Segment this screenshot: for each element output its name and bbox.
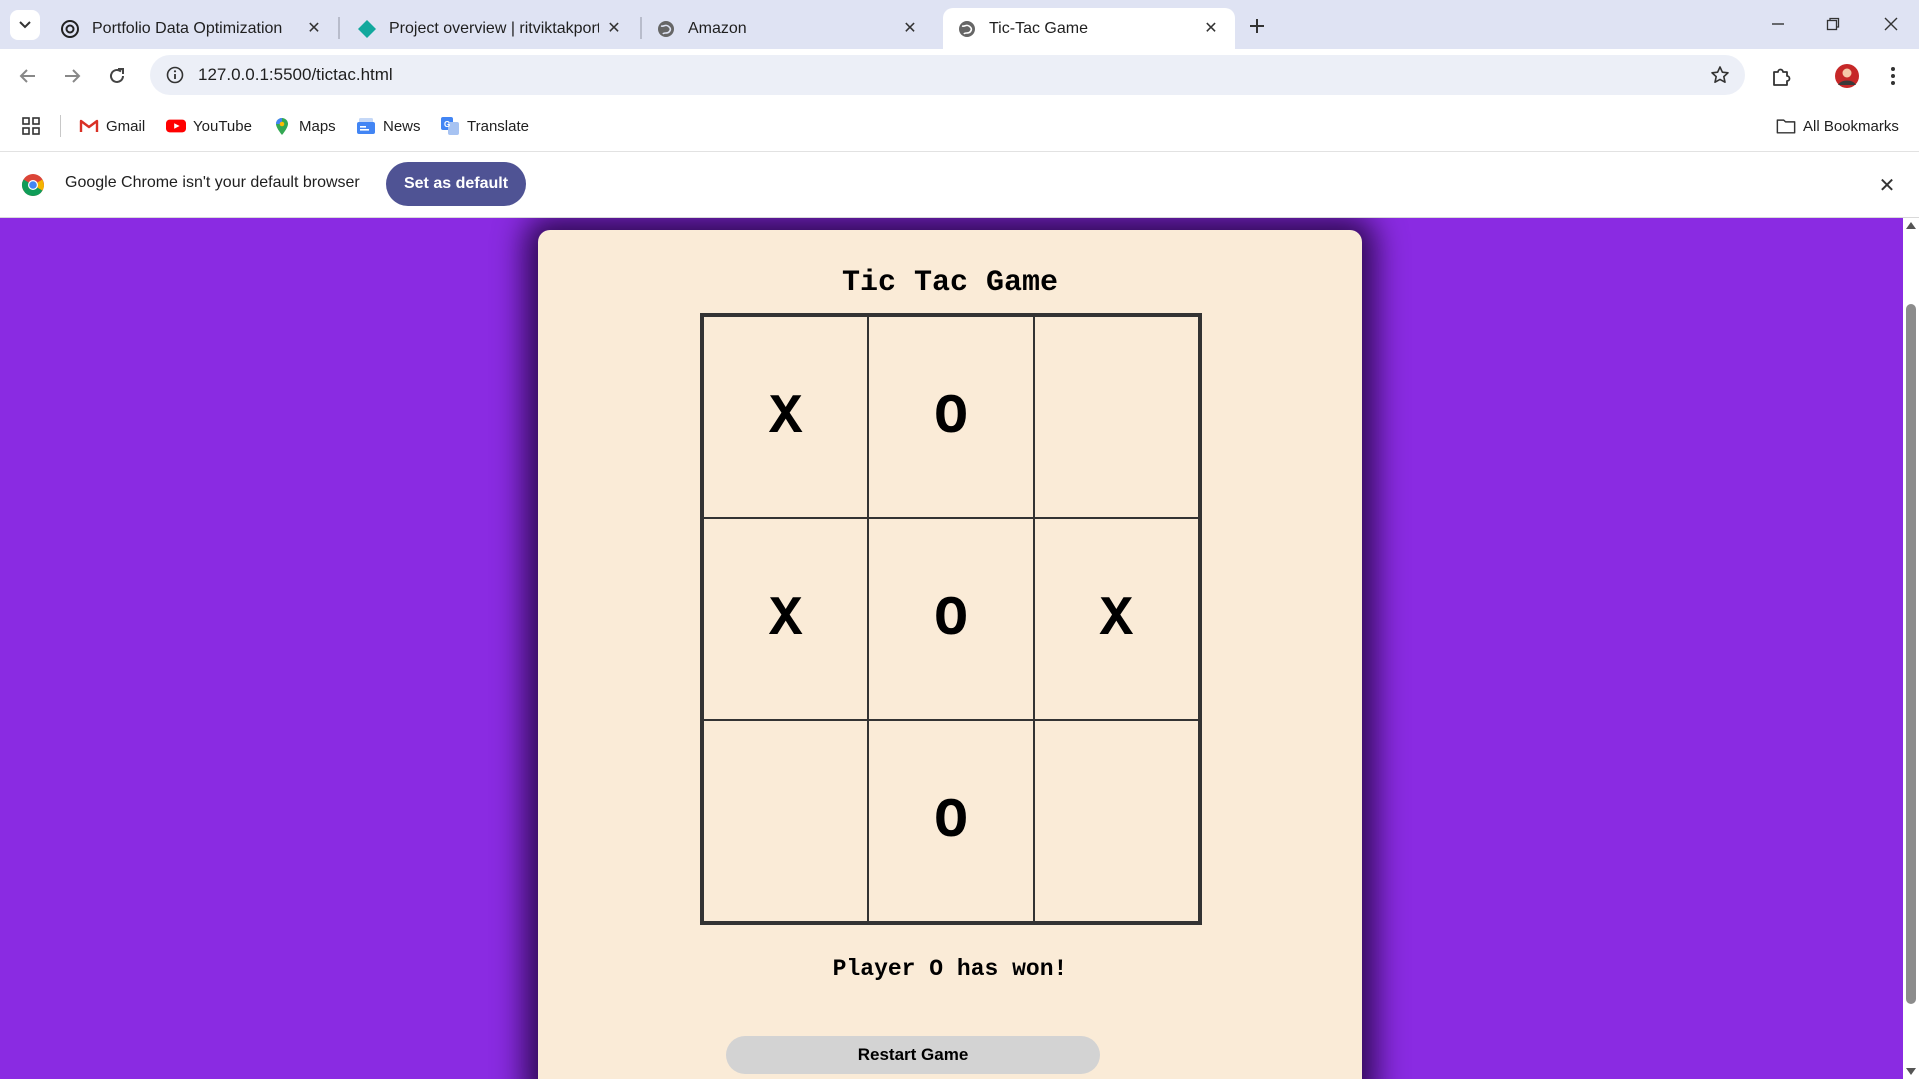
bookmark-gmail[interactable]: Gmail bbox=[79, 115, 145, 137]
maps-icon bbox=[272, 116, 292, 136]
site-info-icon[interactable] bbox=[164, 64, 186, 86]
chrome-logo-icon bbox=[22, 174, 44, 196]
bookmarks-divider bbox=[60, 115, 61, 137]
close-icon[interactable]: ✕ bbox=[602, 16, 626, 40]
tab-tic-tac-game[interactable]: Tic-Tac Game ✕ bbox=[943, 8, 1235, 49]
board-cell-7[interactable] bbox=[703, 720, 869, 922]
arrow-right-icon bbox=[65, 69, 81, 83]
tab-title: Project overview | ritviktakportf bbox=[389, 19, 599, 37]
game-status: Player O has won! bbox=[832, 956, 1068, 982]
board-cell-2[interactable]: O bbox=[868, 316, 1034, 518]
url-text[interactable]: 127.0.0.1:5500/tictac.html bbox=[198, 65, 393, 85]
restore-icon bbox=[1826, 17, 1840, 31]
reload-button[interactable] bbox=[102, 61, 132, 91]
profile-avatar[interactable] bbox=[1832, 61, 1862, 91]
back-button[interactable] bbox=[13, 61, 43, 91]
tab-portfolio[interactable]: Portfolio Data Optimization ✕ bbox=[46, 8, 338, 49]
avatar-icon bbox=[1835, 64, 1859, 88]
bookmark-news[interactable]: News bbox=[356, 115, 421, 137]
arrow-left-icon bbox=[19, 69, 35, 83]
vertical-scrollbar[interactable] bbox=[1903, 218, 1919, 1079]
apps-grid-icon bbox=[22, 117, 40, 135]
plus-icon bbox=[1250, 19, 1264, 33]
scroll-down-icon[interactable] bbox=[1906, 1068, 1916, 1075]
browser-menu-button[interactable] bbox=[1878, 61, 1908, 91]
minimize-icon bbox=[1772, 23, 1784, 25]
tab-amazon[interactable]: Amazon ✕ bbox=[642, 8, 934, 49]
apps-button[interactable] bbox=[21, 115, 41, 137]
page-title: Tic Tac Game bbox=[841, 266, 1059, 300]
folder-icon bbox=[1776, 116, 1796, 136]
close-icon[interactable]: ✕ bbox=[898, 16, 922, 40]
new-tab-button[interactable] bbox=[1243, 12, 1271, 40]
board-cell-9[interactable] bbox=[1033, 720, 1199, 922]
bookmark-label: News bbox=[383, 117, 421, 135]
diamond-icon bbox=[357, 19, 377, 39]
extensions-button[interactable] bbox=[1766, 61, 1796, 91]
svg-text:G: G bbox=[444, 120, 450, 129]
close-icon[interactable]: ✕ bbox=[302, 16, 326, 40]
bookmark-label: YouTube bbox=[193, 117, 252, 135]
tab-strip: Portfolio Data Optimization ✕ Project ov… bbox=[0, 0, 1919, 49]
tab-project-overview[interactable]: Project overview | ritviktakportf ✕ bbox=[343, 8, 638, 49]
game-container: Tic Tac Game X O X O X O Player O has wo… bbox=[538, 230, 1362, 1079]
scrollbar-thumb[interactable] bbox=[1906, 304, 1916, 1004]
minimize-button[interactable] bbox=[1758, 10, 1798, 38]
youtube-icon bbox=[166, 116, 186, 136]
board-cell-5[interactable]: O bbox=[868, 518, 1034, 720]
bookmark-label: Gmail bbox=[106, 117, 146, 135]
gmail-icon bbox=[79, 116, 99, 136]
board-cell-4[interactable]: X bbox=[703, 518, 869, 720]
page-viewport: Tic Tac Game X O X O X O Player O has wo… bbox=[0, 218, 1919, 1079]
bookmark-star-icon[interactable] bbox=[1709, 64, 1731, 86]
globe-icon bbox=[957, 19, 977, 39]
board-cell-3[interactable] bbox=[1033, 316, 1199, 518]
globe-icon bbox=[656, 19, 676, 39]
translate-icon: G bbox=[440, 116, 460, 136]
default-browser-infobar: Google Chrome isn't your default browser… bbox=[0, 152, 1919, 218]
board-cell-6[interactable]: X bbox=[1033, 518, 1199, 720]
tab-title: Tic-Tac Game bbox=[989, 19, 1088, 37]
close-window-button[interactable] bbox=[1871, 10, 1911, 38]
restore-button[interactable] bbox=[1813, 10, 1853, 38]
game-board: X O X O X O bbox=[700, 313, 1202, 925]
bookmark-youtube[interactable]: YouTube bbox=[166, 115, 252, 137]
browser-toolbar: 127.0.0.1:5500/tictac.html bbox=[0, 49, 1919, 101]
reload-icon bbox=[110, 68, 124, 83]
chevron-down-icon bbox=[19, 21, 31, 29]
all-bookmarks-label: All Bookmarks bbox=[1803, 117, 1899, 135]
forward-button[interactable] bbox=[57, 61, 87, 91]
set-as-default-button[interactable]: Set as default bbox=[386, 162, 526, 206]
news-icon bbox=[356, 116, 376, 136]
tab-title: Amazon bbox=[688, 19, 747, 37]
board-cell-8[interactable]: O bbox=[868, 720, 1034, 922]
all-bookmarks-button[interactable]: All Bookmarks bbox=[1776, 115, 1899, 137]
openai-icon bbox=[60, 19, 80, 39]
infobar-message: Google Chrome isn't your default browser bbox=[65, 174, 360, 191]
close-icon[interactable]: ✕ bbox=[1874, 172, 1900, 198]
bookmark-label: Translate bbox=[467, 117, 529, 135]
close-icon bbox=[1884, 17, 1898, 31]
tab-title: Portfolio Data Optimization bbox=[92, 19, 283, 37]
restart-game-button[interactable]: Restart Game bbox=[726, 1036, 1100, 1074]
bookmarks-bar: Gmail YouTube Maps News G Translate All … bbox=[0, 101, 1919, 152]
tab-divider bbox=[338, 17, 340, 39]
close-icon[interactable]: ✕ bbox=[1199, 16, 1223, 40]
tab-search-button[interactable] bbox=[10, 10, 40, 40]
bookmark-label: Maps bbox=[299, 117, 336, 135]
more-vertical-icon bbox=[1891, 67, 1895, 85]
board-cell-1[interactable]: X bbox=[703, 316, 869, 518]
bookmark-maps[interactable]: Maps bbox=[272, 115, 336, 137]
puzzle-icon bbox=[1773, 68, 1791, 86]
bookmark-translate[interactable]: G Translate bbox=[440, 115, 529, 137]
scroll-up-icon[interactable] bbox=[1906, 222, 1916, 229]
address-bar[interactable]: 127.0.0.1:5500/tictac.html bbox=[150, 55, 1745, 95]
